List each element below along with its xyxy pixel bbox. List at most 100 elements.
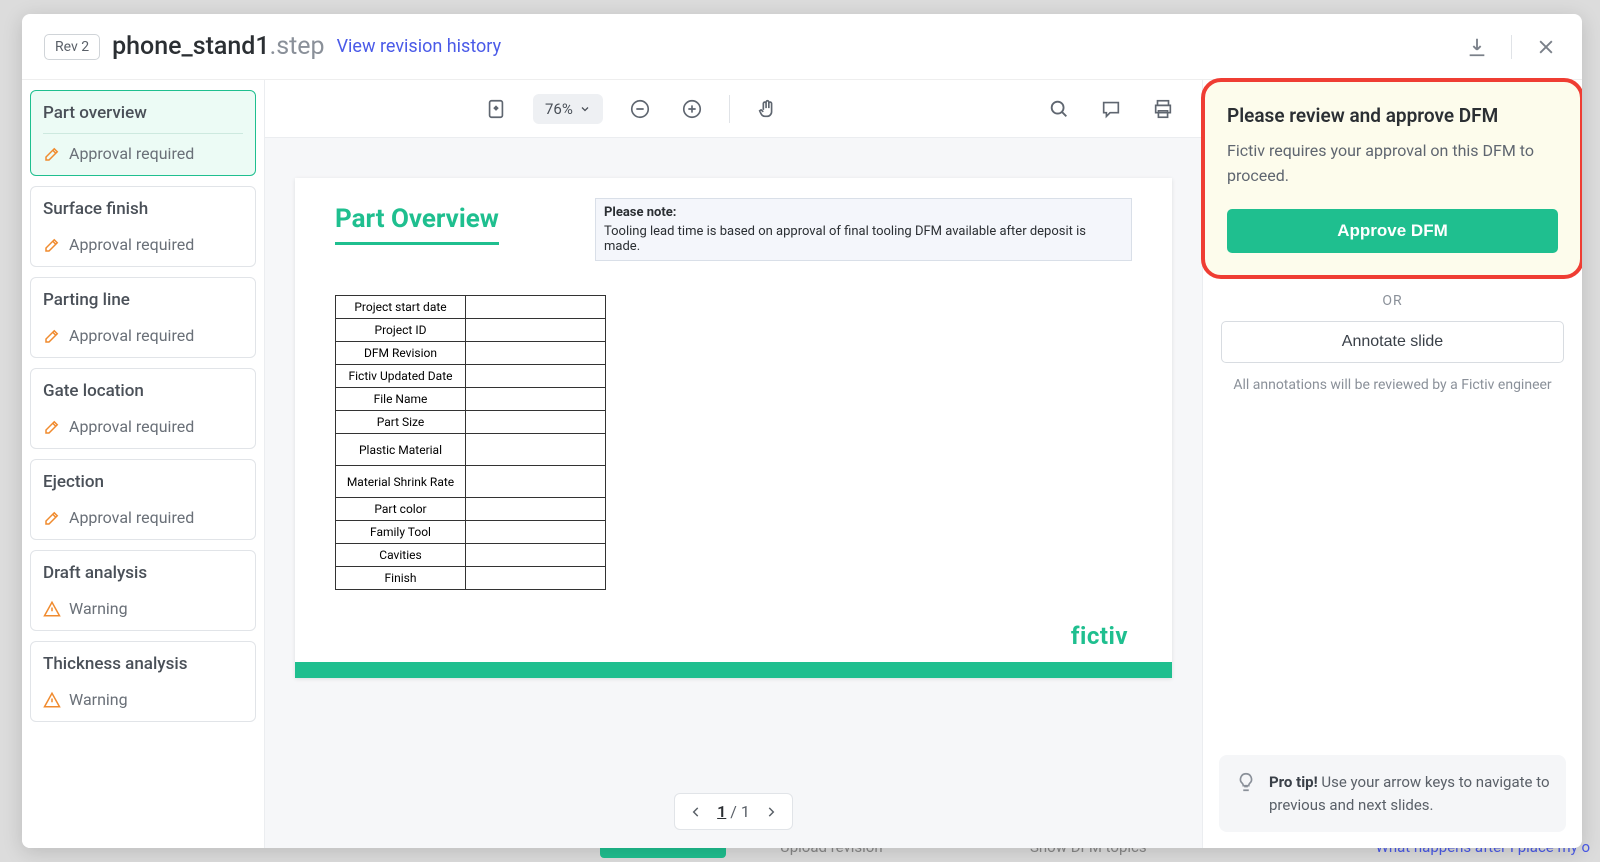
pager-prev[interactable] [689,805,703,819]
row-value [466,296,606,319]
sidebar-item-status-text: Approval required [69,144,194,163]
row-label: Family Tool [336,521,466,544]
sidebar-item-gate-location[interactable]: Gate location Approval required [30,368,256,449]
file-base: phone_stand1 [112,32,270,61]
row-label: Material Shrink Rate [336,466,466,498]
sidebar-item-status-text: Warning [69,690,128,709]
annotation-review-note: All annotations will be reviewed by a Fi… [1203,363,1582,407]
row-value [466,498,606,521]
sidebar-item-status-text: Warning [69,599,128,618]
document-area[interactable]: Part Overview Please note: Tooling lead … [265,138,1202,781]
table-row: DFM Revision [336,342,606,365]
zoom-value: 76% [545,100,573,118]
sidebar-item-status: Approval required [43,417,243,436]
or-separator: OR [1203,277,1582,321]
row-value [466,342,606,365]
pager-next[interactable] [764,805,778,819]
close-icon[interactable] [1532,33,1560,61]
print-icon[interactable] [1148,94,1178,124]
file-name: phone_stand1.step [112,32,324,61]
sidebar-item-status: Warning [43,599,243,618]
sidebar-item-title: Part overview [43,103,243,134]
approve-heading: Please review and approve DFM [1227,104,1558,127]
pan-hand-icon[interactable] [752,94,782,124]
sidebar-item-status: Approval required [43,326,243,345]
sidebar-item-ejection[interactable]: Ejection Approval required [30,459,256,540]
page-current: 1 [717,802,726,821]
edit-pencil-icon [43,327,61,345]
view-revision-history-link[interactable]: View revision history [337,36,502,57]
approve-body: Fictiv requires your approval on this DF… [1227,139,1558,189]
slide: Part Overview Please note: Tooling lead … [295,178,1172,678]
pager: 1 / 1 [265,781,1202,848]
viewer-toolbar: 76% [265,80,1202,138]
sidebar-item-status-text: Approval required [69,235,194,254]
zoom-select[interactable]: 76% [533,94,603,124]
row-label: Finish [336,567,466,590]
toolbar-divider [729,95,730,123]
sidebar-item-status-text: Approval required [69,326,194,345]
sidebar-item-draft-analysis[interactable]: Draft analysis Warning [30,550,256,631]
sidebar-item-thickness-analysis[interactable]: Thickness analysisWarning [30,641,256,722]
edit-pencil-icon [43,418,61,436]
sidebar-item-status: Warning [43,690,243,709]
viewer: 76% [265,80,1202,848]
sidebar-item-part-overview[interactable]: Part overview Approval required [30,90,256,176]
sidebar-item-surface-finish[interactable]: Surface finish Approval required [30,186,256,267]
table-row: Plastic Material [336,434,606,466]
table-row: Family Tool [336,521,606,544]
fictiv-logo: fictiv [1071,622,1128,650]
edit-pencil-icon [43,236,61,254]
row-label: Fictiv Updated Date [336,365,466,388]
sidebar-item-title: Gate location [43,381,243,411]
table-row: Finish [336,567,606,590]
modal-header: Rev 2 phone_stand1.step View revision hi… [22,14,1582,80]
row-value [466,365,606,388]
pro-tip-bold: Pro tip! [1269,773,1318,791]
sidebar-item-title: Parting line [43,290,243,320]
comment-icon[interactable] [1096,94,1126,124]
download-icon[interactable] [1463,33,1491,61]
table-row: File Name [336,388,606,411]
divider [1511,35,1512,59]
sidebar-item-parting-line[interactable]: Parting line Approval required [30,277,256,358]
row-value [466,567,606,590]
row-value [466,319,606,342]
revision-badge: Rev 2 [44,34,100,60]
table-row: Project start date [336,296,606,319]
sidebar-item-title: Ejection [43,472,243,502]
zoom-in-icon[interactable] [677,94,707,124]
sidebar-item-status-text: Approval required [69,417,194,436]
page-thumb-icon[interactable] [481,94,511,124]
row-value [466,466,606,498]
zoom-out-icon[interactable] [625,94,655,124]
annotate-slide-button[interactable]: Annotate slide [1221,321,1564,363]
edit-pencil-icon [43,145,61,163]
warning-triangle-icon [43,691,61,709]
row-label: File Name [336,388,466,411]
row-value [466,521,606,544]
sidebar-item-title: Surface finish [43,199,243,229]
overview-table: Project start dateProject IDDFM Revision… [335,295,606,590]
note-title: Please note: [604,205,1123,220]
row-label: Cavities [336,544,466,567]
edit-pencil-icon [43,509,61,527]
please-note-box: Please note: Tooling lead time is based … [595,198,1132,261]
note-body: Tooling lead time is based on approval o… [604,224,1123,254]
sidebar-item-status-text: Approval required [69,508,194,527]
modal-body: Part overviewApproval requiredSurface fi… [22,80,1582,848]
table-row: Part color [336,498,606,521]
row-label: Project ID [336,319,466,342]
table-row: Material Shrink Rate [336,466,606,498]
row-label: Project start date [336,296,466,319]
table-row: Cavities [336,544,606,567]
page-indicator: 1 / 1 [717,802,750,821]
search-icon[interactable] [1044,94,1074,124]
slide-title: Part Overview [335,204,499,245]
right-panel: Please review and approve DFM Fictiv req… [1202,80,1582,848]
sidebar: Part overviewApproval requiredSurface fi… [22,80,265,848]
row-value [466,388,606,411]
approve-dfm-button[interactable]: Approve DFM [1227,209,1558,253]
sidebar-item-title: Draft analysis [43,563,243,593]
approve-callout: Please review and approve DFM Fictiv req… [1201,78,1582,279]
